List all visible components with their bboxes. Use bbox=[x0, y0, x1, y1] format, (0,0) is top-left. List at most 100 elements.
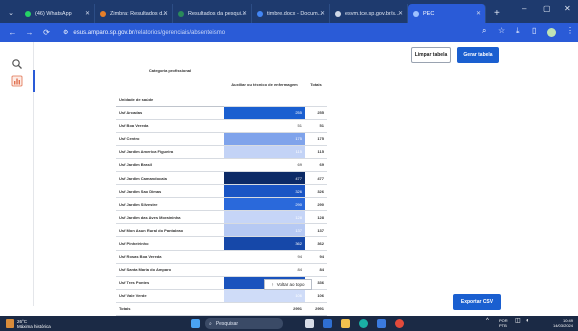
url-field[interactable]: ⚙ esus.amparo.sp.gov.br/relatorios/geren… bbox=[63, 29, 226, 37]
unit-name-cell: Usf Boa Vereda bbox=[116, 119, 224, 133]
windows-start-icon[interactable] bbox=[191, 319, 200, 328]
tab-close-icon[interactable]: ✕ bbox=[476, 10, 481, 17]
total-cell: 84 bbox=[305, 263, 327, 277]
weather-desc: Máxima histórica bbox=[17, 323, 51, 329]
unit-name-cell: Usf Centro bbox=[116, 132, 224, 146]
language-indicator[interactable]: POR PTB bbox=[499, 318, 508, 328]
tab-close-icon[interactable]: ✕ bbox=[85, 10, 90, 17]
table-row: Usf Rosas Boa Vereda 94 94 bbox=[116, 250, 327, 264]
value-cell: 175 bbox=[224, 132, 305, 146]
tray-chevron-icon[interactable]: ^ bbox=[486, 318, 489, 323]
unit-name-cell: Usf Vale Verde bbox=[116, 289, 224, 303]
table-row: Usf Jardim das Aves Moraininha 128 128 bbox=[116, 210, 327, 225]
weather-icon[interactable] bbox=[6, 319, 14, 328]
table-row: Usf Mon Asun Rural do Pantaleao 137 137 bbox=[116, 223, 327, 238]
value-cell: 69 bbox=[224, 158, 305, 172]
unit-name-cell: Usf Jardim Sao Dimas bbox=[116, 184, 224, 199]
task-view-icon[interactable] bbox=[305, 319, 314, 328]
generate-table-button[interactable]: Gerar tabela bbox=[457, 47, 499, 63]
clear-table-button[interactable]: Limpar tabela bbox=[411, 47, 451, 63]
tab-close-icon[interactable]: ✕ bbox=[242, 10, 247, 17]
network-icon[interactable]: ◫ bbox=[515, 318, 521, 323]
zoom-icon[interactable]: ⌕ bbox=[482, 26, 486, 36]
reports-chart-icon[interactable] bbox=[11, 75, 23, 87]
total-cell: 94 bbox=[305, 250, 327, 264]
new-tab-icon[interactable]: + bbox=[494, 8, 500, 19]
app-sidebar bbox=[0, 42, 35, 306]
tab-label: esvm.tce.sp.gov.br/s... bbox=[345, 10, 400, 17]
total-cell: 175 bbox=[305, 132, 327, 146]
forward-icon[interactable]: → bbox=[25, 28, 34, 37]
file-explorer-icon[interactable] bbox=[341, 319, 350, 328]
value-cell: 255 bbox=[224, 106, 305, 120]
browser-menu-icon[interactable]: ⋮ bbox=[566, 26, 574, 35]
browser-tab[interactable]: timbre.docx - Docum... ✕ bbox=[252, 4, 330, 23]
search-icon[interactable] bbox=[11, 58, 23, 70]
export-csv-button[interactable]: Exportar CSV bbox=[453, 294, 501, 310]
profile-avatar-icon[interactable] bbox=[547, 28, 556, 37]
table-row: Usf Vale Verde 106 106 bbox=[116, 289, 327, 303]
minimize-icon[interactable]: – bbox=[522, 4, 526, 13]
bookmark-star-icon[interactable]: ☆ bbox=[498, 26, 505, 35]
table-row: Usf Centro 175 175 bbox=[116, 132, 327, 146]
tab-close-icon[interactable]: ✕ bbox=[398, 10, 403, 17]
browser-tab[interactable]: esvm.tce.sp.gov.br/s... ✕ bbox=[330, 4, 408, 23]
value-cell: 84 bbox=[224, 263, 305, 277]
back-to-top-button[interactable]: ↑ Voltar ao topo bbox=[264, 279, 312, 290]
tab-label: timbre.docx - Docum... bbox=[267, 10, 323, 17]
edge-icon[interactable] bbox=[359, 319, 368, 328]
total-cell: 362 bbox=[305, 236, 327, 251]
col-header: Auxiliar ou técnico de enfermagem bbox=[224, 64, 305, 107]
tab-strip: (46) WhatsApp ✕ Zimbra: Resultados d... ✕ Re… bbox=[20, 4, 486, 23]
table-row: Usf Jardim America Figueira 115 115 bbox=[116, 145, 327, 159]
reload-icon[interactable]: ⟳ bbox=[42, 28, 51, 37]
back-icon[interactable]: ← bbox=[8, 28, 17, 37]
unit-name-cell: Usf Tres Pontes bbox=[116, 276, 224, 290]
tab-favicon-icon bbox=[178, 10, 184, 17]
browser-tab-bar: ⌄ (46) WhatsApp ✕ Zimbra: Resultados d... ✕… bbox=[0, 0, 578, 23]
maximize-icon[interactable]: ▢ bbox=[543, 4, 551, 13]
tab-label: PEC bbox=[423, 10, 435, 17]
browser-tab[interactable]: PEC ✕ bbox=[408, 4, 486, 23]
taskbar-search[interactable]: ⌕ Pesquisar bbox=[205, 318, 283, 329]
totals-row: Totais 2991 2991 bbox=[116, 302, 327, 317]
totals-value-cell: 2991 bbox=[224, 302, 305, 317]
browser-tab[interactable]: (46) WhatsApp ✕ bbox=[20, 4, 95, 23]
clock[interactable]: 10:49 14/03/2024 bbox=[543, 318, 573, 328]
store-icon[interactable] bbox=[377, 319, 386, 328]
total-cell: 326 bbox=[305, 184, 327, 199]
sidepanel-icon[interactable]: ▯ bbox=[532, 26, 536, 35]
tab-search-icon[interactable]: ⌄ bbox=[4, 6, 18, 20]
download-icon[interactable]: ⤓ bbox=[516, 26, 520, 36]
browser-tab[interactable]: Resultados da pesqui... ✕ bbox=[173, 4, 252, 23]
tab-favicon-icon bbox=[100, 10, 106, 17]
tab-close-icon[interactable]: ✕ bbox=[163, 10, 168, 17]
tab-label: Zimbra: Resultados d... bbox=[110, 10, 167, 17]
close-window-icon[interactable]: ✕ bbox=[564, 4, 571, 13]
url-path: /relatorios/gerenciais/absenteismo bbox=[133, 29, 226, 36]
volume-icon[interactable]: ◐ bbox=[526, 318, 530, 323]
value-cell: 290 bbox=[224, 197, 305, 212]
unit-name-cell: Usf Mon Asun Rural do Pantaleao bbox=[116, 223, 224, 238]
value-cell: 362 bbox=[224, 236, 305, 251]
total-cell: 137 bbox=[305, 223, 327, 238]
address-bar: ← → ⟳ ⚙ esus.amparo.sp.gov.br/relatorios… bbox=[0, 23, 578, 42]
site-info-icon[interactable]: ⚙ bbox=[63, 29, 68, 36]
tab-label: Resultados da pesqui... bbox=[188, 10, 246, 17]
weather-widget[interactable]: 26°C Máxima histórica bbox=[17, 319, 51, 329]
row-header: Unidade de saúde bbox=[116, 94, 224, 107]
tab-favicon-icon bbox=[257, 10, 263, 17]
table-row: Usf Boa Vereda 51 51 bbox=[116, 119, 327, 133]
browser-tab[interactable]: Zimbra: Resultados d... ✕ bbox=[95, 4, 173, 23]
tab-close-icon[interactable]: ✕ bbox=[320, 10, 325, 17]
teams-icon[interactable] bbox=[323, 319, 332, 328]
table-row: Usf Jardim Silvestre 290 290 bbox=[116, 197, 327, 212]
unit-name-cell: Usf Rosas Boa Vereda bbox=[116, 250, 224, 264]
unit-name-cell: Usf Arcadas bbox=[116, 106, 224, 120]
table-row: Usf Santa Maria do Amparo 84 84 bbox=[116, 263, 327, 277]
url-domain: esus.amparo.sp.gov.br bbox=[73, 29, 134, 36]
tab-favicon-icon bbox=[335, 10, 341, 17]
total-cell: 128 bbox=[305, 210, 327, 225]
keyboard-layout: PTB bbox=[499, 322, 507, 328]
chrome-icon[interactable] bbox=[395, 319, 404, 328]
